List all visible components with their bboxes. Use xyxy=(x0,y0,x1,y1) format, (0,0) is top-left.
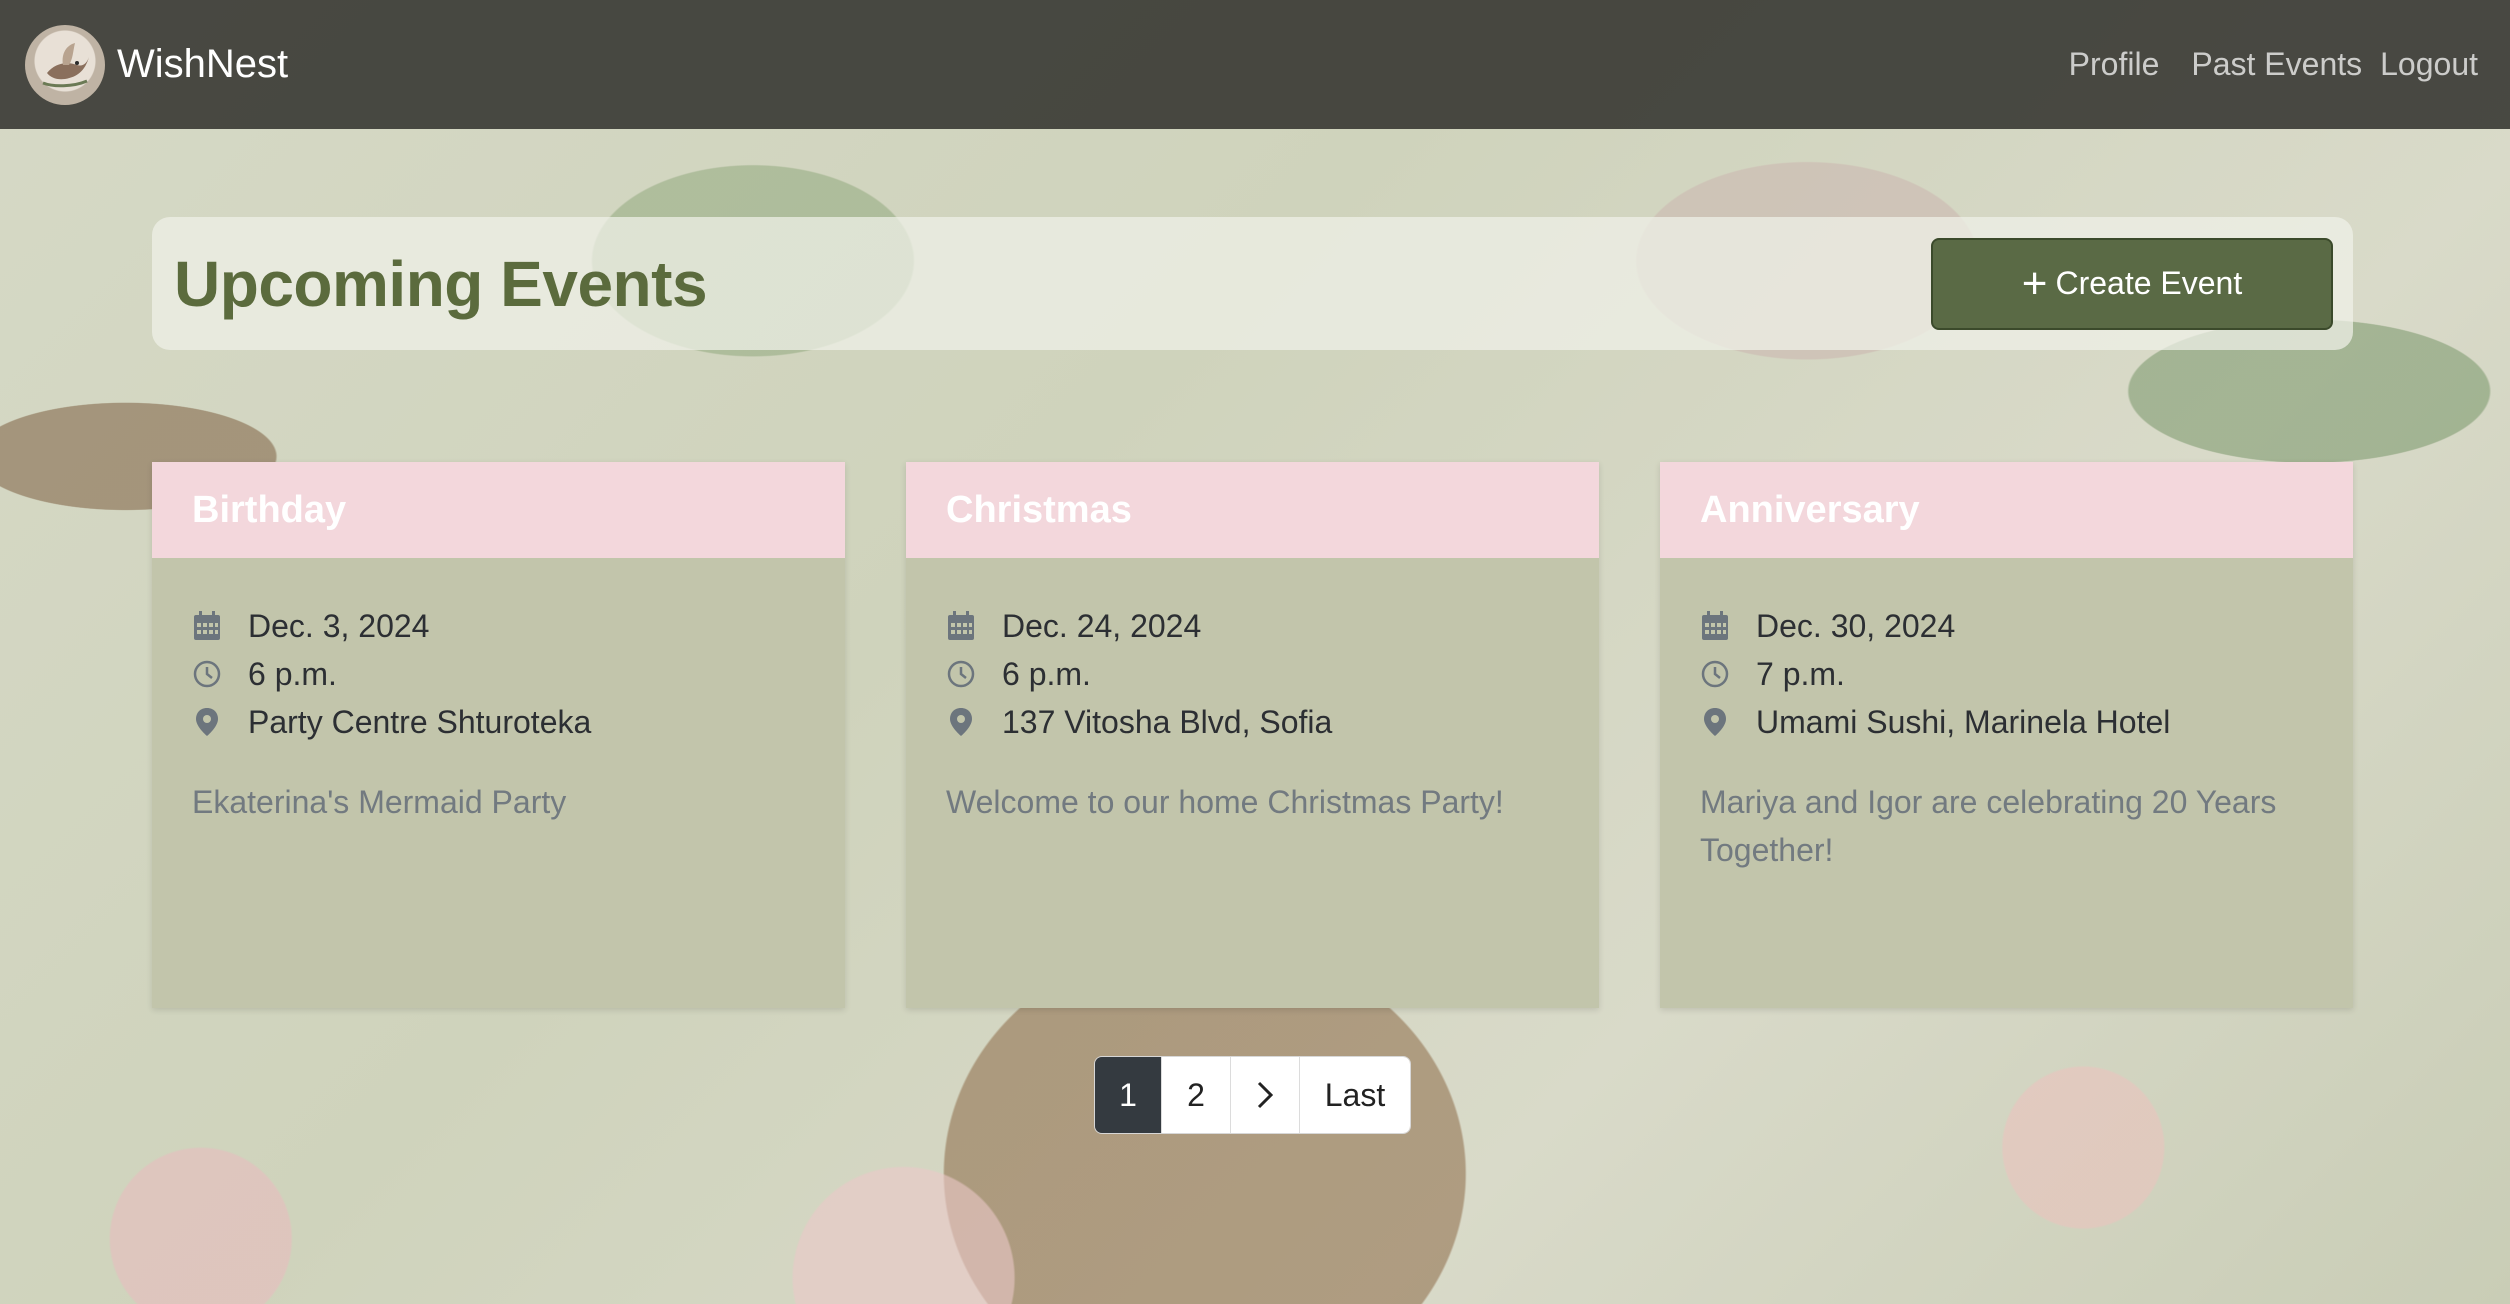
bird-logo-icon xyxy=(42,42,89,87)
create-event-label: Create Event xyxy=(2055,265,2243,301)
nav-link-past-events[interactable]: Past Events xyxy=(2191,46,2362,83)
page-2-button[interactable]: 2 xyxy=(1161,1057,1230,1133)
event-card[interactable]: Christmas Dec. 24, 2024 6 p.m. 137 Vitos… xyxy=(906,462,1599,1008)
next-page-button[interactable] xyxy=(1230,1057,1299,1133)
event-card-body: Dec. 30, 2024 7 p.m. Umami Sushi, Marine… xyxy=(1660,558,2353,874)
event-card-body: Dec. 24, 2024 6 p.m. 137 Vitosha Blvd, S… xyxy=(906,558,1599,826)
event-card[interactable]: Anniversary Dec. 30, 2024 7 p.m. Umami S… xyxy=(1660,462,2353,1008)
brand[interactable]: WishNest xyxy=(25,24,288,105)
event-description: Ekaterina's Mermaid Party xyxy=(192,784,567,820)
event-card-body: Dec. 3, 2024 6 p.m. Party Centre Shturot… xyxy=(152,558,845,826)
map-pin-icon xyxy=(1700,705,1730,739)
nav-link-profile[interactable]: Profile xyxy=(2069,46,2160,83)
event-date: Dec. 30, 2024 xyxy=(1756,607,1956,644)
event-time-row: 6 p.m. xyxy=(192,650,805,698)
event-date-row: Dec. 30, 2024 xyxy=(1700,602,2313,650)
page-title: Upcoming Events xyxy=(174,247,708,320)
nav-link-logout[interactable]: Logout xyxy=(2380,46,2478,83)
event-cards: Birthday Dec. 3, 2024 6 p.m. Party Centr… xyxy=(152,462,2353,1008)
event-card-header: Christmas xyxy=(906,462,1599,558)
plus-icon: + xyxy=(2021,258,2048,308)
event-title[interactable]: Anniversary xyxy=(1700,489,1920,532)
navbar: WishNest Profile Past Events Logout xyxy=(0,0,2510,129)
event-date: Dec. 24, 2024 xyxy=(1002,607,1202,644)
event-card[interactable]: Birthday Dec. 3, 2024 6 p.m. Party Centr… xyxy=(152,462,845,1008)
calendar-icon xyxy=(1700,609,1730,643)
calendar-icon xyxy=(946,609,976,643)
clock-icon xyxy=(946,657,976,691)
chevron-right-icon xyxy=(1257,1081,1274,1109)
last-page-button[interactable]: Last xyxy=(1299,1057,1410,1133)
event-description: Mariya and Igor are celebrating 20 Years… xyxy=(1700,784,2277,868)
event-time: 6 p.m. xyxy=(248,655,337,692)
page-1-button[interactable]: 1 xyxy=(1095,1057,1161,1133)
create-event-button[interactable]: + Create Event xyxy=(1931,237,2333,330)
event-location: Umami Sushi, Marinela Hotel xyxy=(1756,703,2171,740)
pagination: 1 2 Last xyxy=(1094,1056,1411,1134)
event-title[interactable]: Christmas xyxy=(946,489,1132,532)
event-card-header: Anniversary xyxy=(1660,462,2353,558)
clock-icon xyxy=(192,657,222,691)
event-time: 7 p.m. xyxy=(1756,655,1845,692)
event-location-row: Umami Sushi, Marinela Hotel xyxy=(1700,698,2313,746)
event-location-row: Party Centre Shturoteka xyxy=(192,698,805,746)
map-pin-icon xyxy=(192,705,222,739)
logo[interactable] xyxy=(25,24,105,105)
event-date-row: Dec. 3, 2024 xyxy=(192,602,805,650)
event-time-row: 7 p.m. xyxy=(1700,650,2313,698)
clock-icon xyxy=(1700,657,1730,691)
brand-name[interactable]: WishNest xyxy=(117,42,288,87)
event-location: 137 Vitosha Blvd, Sofia xyxy=(1002,703,1333,740)
events-header: Upcoming Events + Create Event xyxy=(152,217,2353,350)
event-time-row: 6 p.m. xyxy=(946,650,1559,698)
event-location-row: 137 Vitosha Blvd, Sofia xyxy=(946,698,1559,746)
calendar-icon xyxy=(192,609,222,643)
event-title[interactable]: Birthday xyxy=(192,489,346,532)
map-pin-icon xyxy=(946,705,976,739)
event-time: 6 p.m. xyxy=(1002,655,1091,692)
event-location: Party Centre Shturoteka xyxy=(248,703,592,740)
event-card-header: Birthday xyxy=(152,462,845,558)
event-description: Welcome to our home Christmas Party! xyxy=(946,784,1504,820)
event-date-row: Dec. 24, 2024 xyxy=(946,602,1559,650)
nav-links: Profile Past Events Logout xyxy=(2037,46,2478,83)
event-date: Dec. 3, 2024 xyxy=(248,607,430,644)
